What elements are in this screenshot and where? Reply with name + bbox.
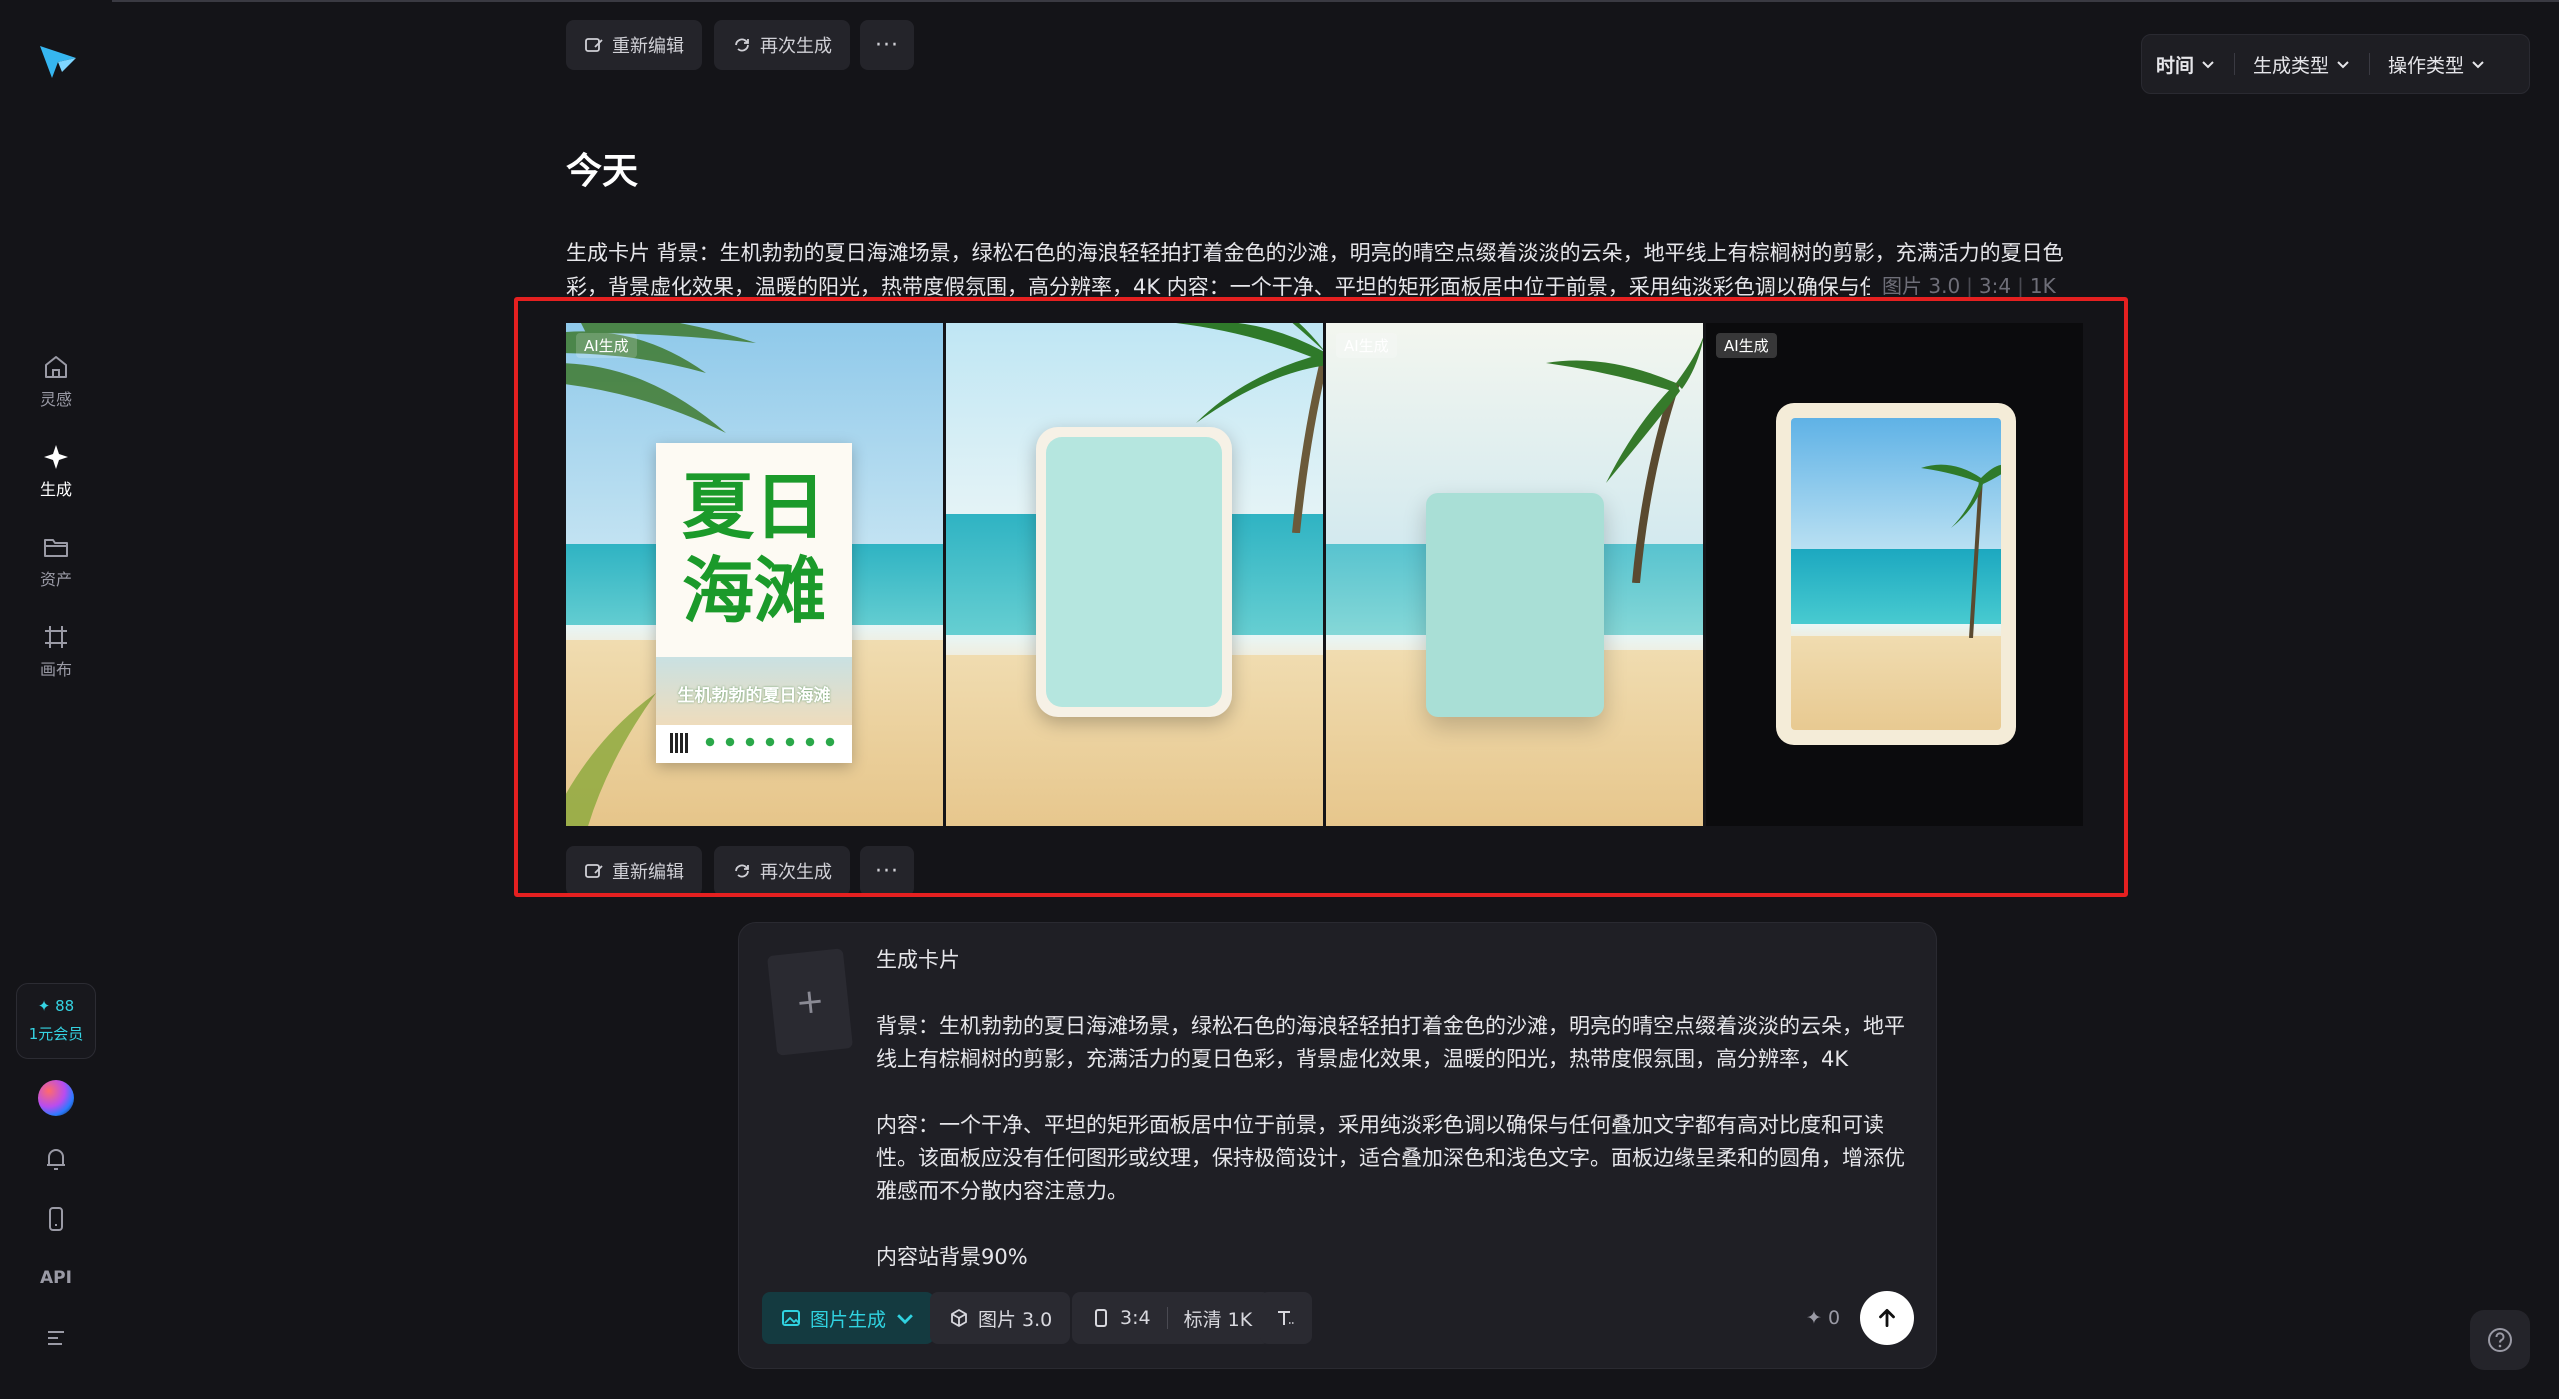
sidebar-item-generate[interactable]: 生成 bbox=[16, 442, 96, 514]
credit-count: ✦ 88 bbox=[37, 997, 75, 1015]
membership-label: 1元会员 bbox=[28, 1025, 84, 1043]
image-icon bbox=[782, 1310, 800, 1326]
mode-dropdown[interactable]: 图片生成 bbox=[762, 1292, 935, 1344]
prompt-input[interactable]: 生成卡片 背景：生机勃勃的夏日海滩场景，绿松石色的海浪轻轻拍打着金色的沙滩，明亮… bbox=[876, 944, 1906, 1274]
generation-meta: 图片 3.0 | 3:4 | 1K bbox=[1870, 270, 2056, 299]
avatar[interactable] bbox=[38, 1080, 74, 1116]
sidebar-item-canvas[interactable]: 画布 bbox=[16, 622, 96, 694]
arrow-up-icon bbox=[1879, 1309, 1895, 1327]
meta-ratio: 3:4 bbox=[1978, 274, 2012, 298]
divider bbox=[2369, 53, 2371, 75]
highlight-box bbox=[514, 297, 2128, 897]
quality-label: 标清 1K bbox=[1183, 1308, 1253, 1331]
more-button[interactable]: ··· bbox=[860, 20, 914, 70]
chevron-down-icon bbox=[2202, 61, 2214, 69]
mode-label: 图片生成 bbox=[810, 1308, 887, 1331]
cube-icon bbox=[951, 1309, 967, 1327]
add-reference-button[interactable]: + bbox=[766, 948, 854, 1056]
aspect-ratio-icon bbox=[1095, 1309, 1107, 1327]
bell-icon[interactable] bbox=[40, 1143, 72, 1175]
folder-icon bbox=[41, 532, 71, 562]
home-icon bbox=[41, 352, 71, 382]
day-heading: 今天 bbox=[566, 151, 639, 192]
sidebar: 灵感 生成 资产 画布 ✦ 88 1元会员 API bbox=[0, 0, 112, 1399]
filter-gen-type-dropdown[interactable]: 生成类型 bbox=[2253, 51, 2351, 78]
credit-cost: ✦ 0 bbox=[1806, 1307, 1841, 1329]
regenerate-label: 再次生成 bbox=[760, 36, 832, 57]
model-label: 图片 3.0 bbox=[978, 1308, 1053, 1331]
sidebar-item-label: 画布 bbox=[39, 660, 72, 679]
sidebar-item-assets[interactable]: 资产 bbox=[16, 532, 96, 604]
filter-op-type-label: 操作类型 bbox=[2388, 54, 2465, 77]
mobile-icon[interactable] bbox=[40, 1203, 72, 1235]
ratio-label: 3:4 bbox=[1120, 1307, 1151, 1329]
regenerate-button[interactable]: 再次生成 bbox=[714, 20, 850, 70]
more-icon: ··· bbox=[875, 32, 899, 58]
edit-icon bbox=[585, 38, 603, 52]
canvas-icon bbox=[41, 622, 71, 652]
text-format-icon bbox=[1278, 1311, 1294, 1325]
reedit-label: 重新编辑 bbox=[612, 36, 684, 57]
ratio-quality-selector[interactable]: 3:4 标清 1K bbox=[1072, 1292, 1271, 1344]
meta-resolution: 1K bbox=[2029, 274, 2056, 298]
prompt-text[interactable]: 生成卡片 背景：生机勃勃的夏日海滩场景，绿松石色的海浪轻轻拍打着金色的沙滩，明亮… bbox=[566, 236, 2086, 304]
model-selector[interactable]: 图片 3.0 bbox=[930, 1292, 1071, 1344]
sidebar-item-inspiration[interactable]: 灵感 bbox=[16, 352, 96, 424]
chevron-down-icon bbox=[2337, 61, 2349, 69]
sparkle-icon bbox=[41, 442, 71, 472]
plus-icon: + bbox=[793, 980, 827, 1024]
send-button[interactable] bbox=[1860, 1291, 1914, 1345]
divider bbox=[2234, 53, 2236, 75]
help-button[interactable] bbox=[2470, 1310, 2530, 1370]
help-icon bbox=[2488, 1328, 2512, 1352]
text-style-button[interactable] bbox=[1260, 1292, 1312, 1344]
menu-icon[interactable] bbox=[40, 1322, 72, 1354]
api-link[interactable]: API bbox=[30, 1268, 82, 1288]
filter-time-label: 时间 bbox=[2156, 54, 2195, 77]
filter-time-dropdown[interactable]: 时间 bbox=[2156, 51, 2216, 78]
chevron-down-icon bbox=[2472, 61, 2484, 69]
reedit-button[interactable]: 重新编辑 bbox=[566, 20, 702, 70]
sidebar-item-label: 资产 bbox=[39, 570, 72, 589]
refresh-icon bbox=[735, 38, 749, 52]
filter-gen-type-label: 生成类型 bbox=[2253, 54, 2330, 77]
top-border bbox=[0, 0, 2559, 2]
membership-badge[interactable]: ✦ 88 1元会员 bbox=[16, 983, 96, 1059]
filter-bar: 时间 生成类型 操作类型 bbox=[2141, 34, 2530, 94]
meta-model: 图片 3.0 bbox=[1882, 274, 1961, 298]
sidebar-item-label: 生成 bbox=[39, 480, 72, 499]
app-logo-icon[interactable] bbox=[36, 40, 80, 84]
chevron-down-icon bbox=[897, 1314, 913, 1325]
filter-op-type-dropdown[interactable]: 操作类型 bbox=[2388, 51, 2486, 78]
sidebar-item-label: 灵感 bbox=[39, 390, 72, 409]
